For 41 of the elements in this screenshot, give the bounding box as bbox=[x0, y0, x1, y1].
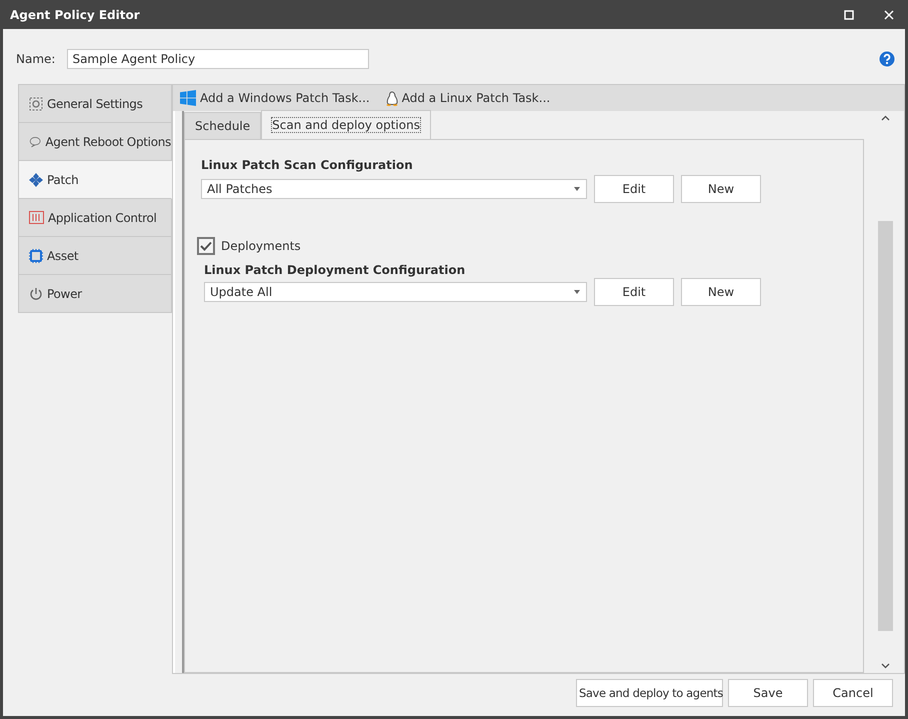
add-linux-task-button[interactable]: Add a Linux Patch Task... bbox=[386, 90, 550, 106]
dialog-button[interactable]: Save bbox=[728, 679, 808, 707]
close-icon[interactable] bbox=[884, 10, 894, 20]
sidebar-item[interactable]: Patch bbox=[18, 161, 172, 199]
name-field[interactable]: Sample Agent Policy bbox=[67, 49, 370, 69]
penguin-icon bbox=[386, 90, 398, 106]
dialog-button[interactable]: New bbox=[681, 175, 761, 203]
dialog-button[interactable]: Cancel bbox=[813, 679, 893, 707]
dialog-button[interactable]: New bbox=[681, 278, 761, 306]
dropdown[interactable]: Update All bbox=[204, 282, 587, 302]
equalizer-icon bbox=[29, 211, 44, 224]
chip-icon bbox=[29, 248, 43, 262]
add-windows-task-button[interactable]: Add a Windows Patch Task... bbox=[180, 90, 370, 106]
dialog-button[interactable]: Save and deploy to agents bbox=[576, 679, 723, 707]
sidebar-item[interactable]: Application Control bbox=[18, 199, 172, 237]
sidebar-item[interactable]: General Settings bbox=[18, 84, 172, 123]
checkbox[interactable] bbox=[197, 237, 215, 255]
scroll-up-icon[interactable] bbox=[881, 115, 890, 121]
maximize-icon[interactable] bbox=[844, 10, 854, 20]
dialog-button[interactable]: Edit bbox=[594, 278, 674, 306]
diamond-icon bbox=[29, 172, 43, 186]
window-title: Agent Policy Editor bbox=[10, 8, 140, 22]
scroll-down-icon[interactable] bbox=[881, 663, 890, 669]
sidebar-item[interactable]: Asset bbox=[18, 237, 172, 275]
gear-icon bbox=[29, 96, 43, 110]
checkbox-label: Deployments bbox=[221, 239, 301, 253]
power-icon bbox=[29, 286, 43, 300]
dropdown[interactable]: All Patches bbox=[201, 179, 587, 199]
caret-icon bbox=[574, 290, 580, 294]
section-heading: Linux Patch Deployment Configuration bbox=[204, 263, 466, 277]
help-icon[interactable] bbox=[879, 51, 895, 67]
windows-icon bbox=[180, 90, 196, 106]
sidebar-item[interactable]: Power bbox=[18, 275, 172, 313]
tab[interactable]: Scan and deploy options bbox=[261, 110, 431, 139]
name-label: Name: bbox=[16, 52, 56, 66]
section-heading: Linux Patch Scan Configuration bbox=[201, 158, 414, 172]
tab[interactable]: Schedule bbox=[184, 112, 262, 139]
speech-bubble-icon bbox=[29, 134, 42, 148]
sidebar-item[interactable]: Agent Reboot Options bbox=[18, 123, 172, 161]
caret-icon bbox=[574, 187, 580, 191]
dialog-button[interactable]: Edit bbox=[594, 175, 674, 203]
